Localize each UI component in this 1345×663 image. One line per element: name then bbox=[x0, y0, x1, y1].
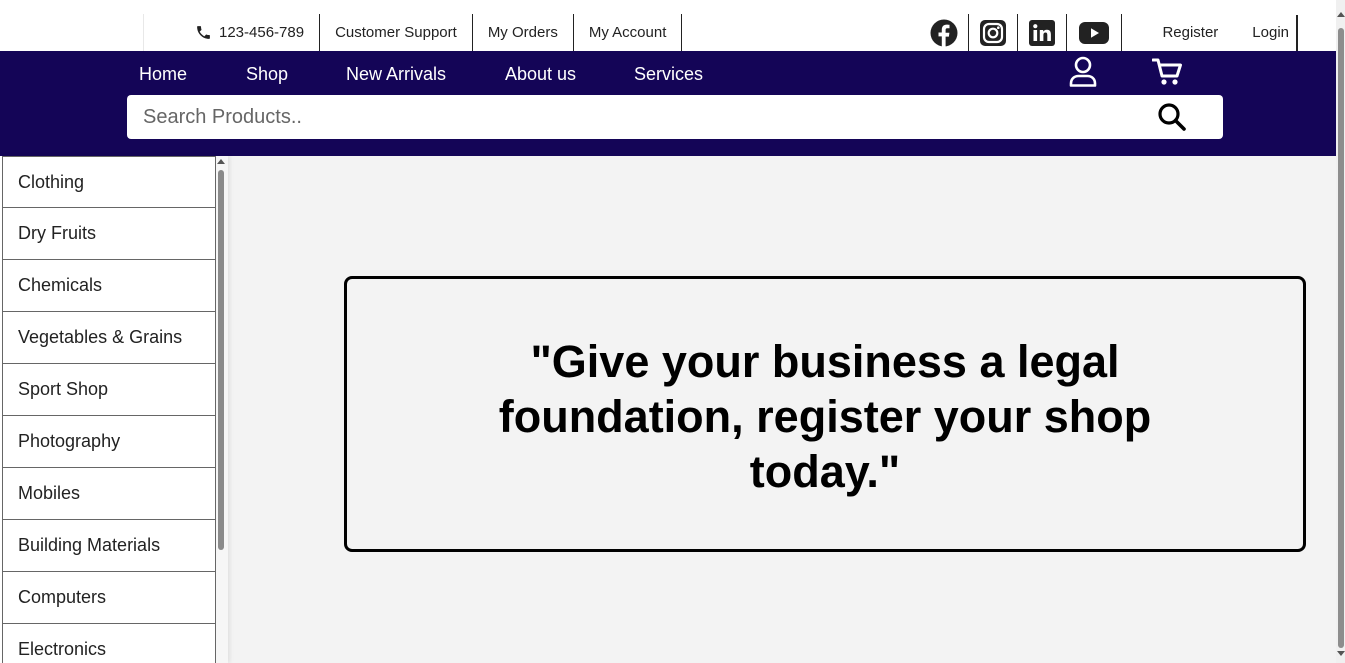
nav-home[interactable]: Home bbox=[139, 64, 187, 85]
sidebar-scroll-up-arrow[interactable] bbox=[217, 159, 225, 164]
category-sidebar: Clothing Dry Fruits Chemicals Vegetables… bbox=[0, 156, 228, 663]
cart-icon bbox=[1151, 58, 1182, 85]
category-mobiles[interactable]: Mobiles bbox=[2, 468, 216, 520]
search-input[interactable] bbox=[127, 95, 1147, 139]
search-bar bbox=[127, 95, 1223, 139]
category-building-materials[interactable]: Building Materials bbox=[2, 520, 216, 572]
sidebar-scrollbar-thumb[interactable] bbox=[218, 170, 224, 550]
linkedin-link[interactable] bbox=[1018, 14, 1068, 51]
page-scrollbar-thumb[interactable] bbox=[1338, 28, 1344, 648]
category-chemicals[interactable]: Chemicals bbox=[2, 260, 216, 312]
youtube-link[interactable] bbox=[1067, 14, 1123, 51]
phone-icon bbox=[197, 26, 210, 39]
my-account-link[interactable]: My Account bbox=[574, 14, 683, 51]
category-photography[interactable]: Photography bbox=[2, 416, 216, 468]
category-dry-fruits[interactable]: Dry Fruits bbox=[2, 208, 216, 260]
topbar-divider bbox=[1296, 15, 1298, 51]
my-orders-link[interactable]: My Orders bbox=[473, 14, 574, 51]
user-account-button[interactable] bbox=[1068, 56, 1098, 92]
instagram-icon bbox=[980, 19, 1007, 46]
nav-new-arrivals[interactable]: New Arrivals bbox=[346, 64, 446, 85]
nav-about-us[interactable]: About us bbox=[505, 64, 576, 85]
login-link[interactable]: Login bbox=[1235, 14, 1305, 51]
cart-button[interactable] bbox=[1151, 57, 1184, 92]
customer-support-link[interactable]: Customer Support bbox=[320, 14, 473, 51]
category-computers[interactable]: Computers bbox=[2, 572, 216, 624]
quote-text: "Give your business a legal foundation, … bbox=[498, 336, 1152, 497]
category-vegetables-grains[interactable]: Vegetables & Grains bbox=[2, 312, 216, 364]
search-button[interactable] bbox=[1155, 102, 1189, 132]
quote-card: "Give your business a legal foundation, … bbox=[344, 276, 1306, 552]
facebook-icon bbox=[930, 19, 958, 47]
top-utility-inner: 123-456-789 Customer Support My Orders M… bbox=[143, 14, 1305, 51]
facebook-link[interactable] bbox=[920, 14, 970, 51]
nav-services[interactable]: Services bbox=[634, 64, 703, 85]
phone-contact[interactable]: 123-456-789 bbox=[144, 14, 321, 51]
register-link[interactable]: Register bbox=[1122, 14, 1235, 51]
youtube-icon bbox=[1079, 21, 1110, 44]
main-navbar: Home Shop New Arrivals About us Services… bbox=[0, 51, 1336, 156]
category-clothing[interactable]: Clothing bbox=[2, 156, 216, 208]
page-scroll-up-arrow[interactable] bbox=[1337, 12, 1345, 17]
phone-number: 123-456-789 bbox=[219, 24, 305, 41]
category-electronics[interactable]: Electronics bbox=[2, 624, 216, 663]
nav-shop[interactable]: Shop bbox=[246, 64, 288, 85]
page-scroll-down-arrow[interactable] bbox=[1337, 651, 1345, 656]
user-icon bbox=[1069, 56, 1097, 87]
category-sport-shop[interactable]: Sport Shop bbox=[2, 364, 216, 416]
instagram-link[interactable] bbox=[969, 14, 1019, 51]
top-utility-bar: 123-456-789 Customer Support My Orders M… bbox=[0, 0, 1336, 51]
search-icon bbox=[1158, 103, 1186, 131]
linkedin-icon bbox=[1029, 19, 1056, 46]
